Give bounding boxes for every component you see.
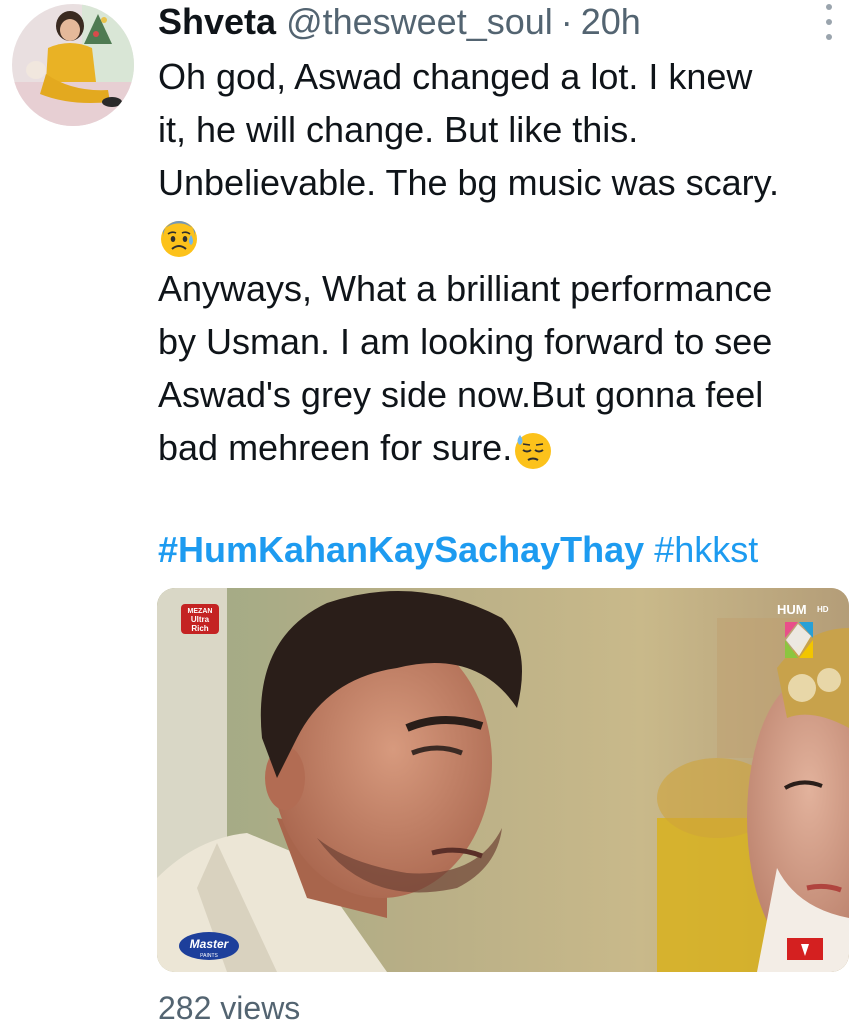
emoji-line bbox=[158, 209, 848, 262]
svg-text:Master: Master bbox=[190, 937, 230, 951]
tweet-line: Oh god, Aswad changed a lot. I knew bbox=[158, 56, 753, 97]
svg-text:MEZAN: MEZAN bbox=[188, 608, 213, 615]
tweet-body: Oh god, Aswad changed a lot. I knew it, … bbox=[158, 50, 848, 474]
sponsor-logo-bottom-left: Master PAINTS bbox=[179, 932, 239, 960]
video-still-image: MEZAN Ultra Rich HUM HD Master PAINTS bbox=[157, 588, 849, 972]
tweet-line: Anyways, What a brilliant performance bbox=[158, 268, 773, 309]
display-name[interactable]: Shveta bbox=[158, 1, 276, 43]
downcast-face-with-sweat-icon bbox=[512, 429, 554, 471]
tweet-line: Unbelievable. The bg music was scary. bbox=[158, 162, 779, 203]
svg-text:PAINTS: PAINTS bbox=[200, 953, 218, 959]
tweet-header: Shveta @thesweet_soul · 20h bbox=[158, 0, 641, 44]
svg-text:HD: HD bbox=[817, 605, 829, 614]
svg-text:Ultra: Ultra bbox=[191, 615, 210, 624]
tweet-line: it, he will change. But like this. bbox=[158, 109, 639, 150]
tweet-media[interactable]: MEZAN Ultra Rich HUM HD Master PAINTS bbox=[157, 588, 849, 972]
hashtag-link[interactable]: #HumKahanKaySachayThay bbox=[158, 529, 644, 570]
tweet-line: by Usman. I am looking forward to see bbox=[158, 321, 773, 362]
svg-text:Rich: Rich bbox=[191, 624, 208, 633]
avatar-image bbox=[12, 4, 134, 126]
hashtag-link[interactable]: #hkkst bbox=[654, 529, 758, 570]
user-avatar[interactable] bbox=[12, 4, 134, 126]
hashtags: #HumKahanKaySachayThay #hkkst bbox=[158, 528, 758, 572]
tweet-timestamp[interactable]: 20h bbox=[581, 1, 641, 43]
view-count: 282 views bbox=[158, 990, 301, 1026]
tweet-line: Aswad's grey side now.But gonna feel bbox=[158, 374, 764, 415]
more-options-icon[interactable] bbox=[818, 4, 840, 40]
tweet-line-with-emoji: bad mehreen for sure. bbox=[158, 421, 848, 474]
sponsor-logo-top-left: MEZAN Ultra Rich bbox=[181, 604, 219, 634]
user-handle[interactable]: @thesweet_soul bbox=[286, 1, 553, 43]
svg-text:HUM: HUM bbox=[777, 602, 807, 617]
separator-dot: · bbox=[560, 1, 573, 42]
tweet-line: bad mehreen for sure. bbox=[158, 427, 513, 468]
anxious-face-with-sweat-icon bbox=[158, 217, 200, 259]
